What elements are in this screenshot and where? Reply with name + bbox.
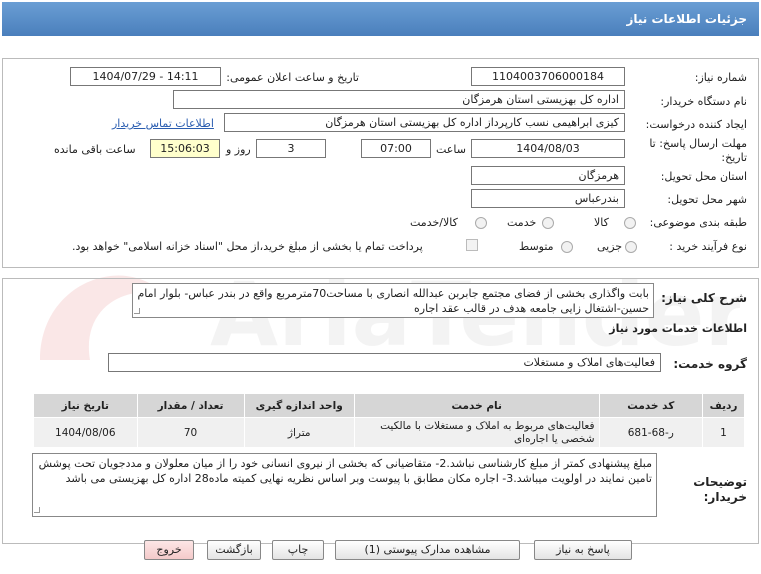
process-label: نوع فرآیند خرید : (669, 240, 747, 253)
city-label: شهر محل تحویل: (667, 193, 747, 206)
cell-need-date: 1404/08/06 (33, 417, 138, 448)
deadline-time-label: ساعت (436, 143, 466, 156)
deadline-label-line2: تاریخ: (721, 151, 747, 164)
remaining-label: ساعت باقی مانده (54, 143, 136, 156)
cell-row-number: 1 (702, 417, 745, 448)
services-title: اطلاعات خدمات مورد نیاز (609, 322, 747, 335)
process-note: پرداخت تمام یا بخشی از مبلغ خرید،از محل … (72, 240, 423, 253)
table-row: 1 ر-68-681 فعالیت‌های مربوط به املاک و م… (33, 417, 745, 448)
col-header-quantity: تعداد / مقدار (136, 393, 245, 418)
summary-textarea[interactable]: بابت واگذاری بخشی از فضای مجتمع جابربن ع… (132, 283, 654, 318)
summary-resize-handle[interactable] (134, 308, 140, 314)
process-option-minor-label: جزیی (597, 240, 623, 253)
col-header-unit: واحد اندازه گیری (243, 393, 355, 418)
back-button[interactable]: بازگشت (207, 540, 261, 560)
process-option-medium-label: متوسط (519, 240, 554, 253)
service-group-label: گروه خدمت: (673, 357, 747, 371)
service-group-field[interactable]: فعالیت‌های املاک و مستغلات (108, 353, 661, 372)
table-header-row: ردیف کد خدمت نام خدمت واحد اندازه گیری ت… (33, 393, 745, 418)
col-header-service-name: نام خدمت (353, 393, 600, 418)
remaining-time-field: 15:06:03 (150, 139, 220, 158)
buyer-notes-resize-handle[interactable] (34, 507, 40, 513)
summary-label: شرح کلی نیاز: (661, 291, 747, 305)
cell-unit: متراژ (243, 417, 355, 448)
buyer-notes-label-line2: خریدار: (703, 490, 747, 504)
deadline-time-field[interactable]: 07:00 (361, 139, 431, 158)
buyer-field[interactable]: اداره کل بهزیستی استان هرمزگان (173, 90, 625, 109)
buyer-notes-textarea[interactable]: مبلغ پیشنهادی کمتر از مبلغ کارشناسی نباش… (32, 453, 657, 517)
col-header-need-date: تاریخ نیاز (33, 393, 138, 418)
category-option-goods-label: کالا (594, 216, 609, 229)
buyer-label: نام دستگاه خریدار: (660, 95, 747, 108)
announce-field[interactable]: 1404/07/29 - 14:11 (70, 67, 221, 86)
reply-button[interactable]: پاسخ به نیاز (534, 540, 632, 560)
services-table: ردیف کد خدمت نام خدمت واحد اندازه گیری ت… (33, 393, 745, 448)
process-option-minor-radio[interactable] (625, 241, 637, 253)
exit-button[interactable]: خروج (144, 540, 194, 560)
col-header-service-code: کد خدمت (598, 393, 704, 418)
view-attachments-button[interactable]: مشاهده مدارک پیوستی (1) (335, 540, 520, 560)
cell-quantity: 70 (136, 417, 245, 448)
city-field[interactable]: بندرعباس (471, 189, 625, 208)
page-title: جزئیات اطلاعات نیاز (626, 12, 747, 26)
cell-service-code: ر-68-681 (598, 417, 704, 448)
category-option-both-radio[interactable] (475, 217, 487, 229)
buyer-notes-label-line1: توضیحات (693, 475, 747, 489)
category-label: طبقه بندی موضوعی: (649, 216, 747, 229)
deadline-label: مهلت ارسال پاسخ: تا تاریخ: (649, 137, 747, 165)
province-field[interactable]: هرمزگان (471, 166, 625, 185)
category-option-service-radio[interactable] (542, 217, 554, 229)
page-header: جزئیات اطلاعات نیاز (2, 2, 759, 36)
need-number-label: شماره نیاز: (694, 71, 747, 84)
days-label: روز و (226, 143, 251, 156)
buyer-contact-link[interactable]: اطلاعات تماس خریدار (112, 117, 214, 130)
print-button[interactable]: چاپ (272, 540, 324, 560)
province-label: استان محل تحویل: (660, 170, 747, 183)
days-field[interactable]: 3 (256, 139, 326, 158)
process-option-medium-radio[interactable] (561, 241, 573, 253)
cell-service-name: فعالیت‌های مربوط به املاک و مستغلات با م… (353, 417, 600, 448)
category-option-service-label: خدمت (507, 216, 537, 229)
deadline-label-line1: مهلت ارسال پاسخ: تا (649, 137, 747, 150)
need-number-field[interactable]: 1104003706000184 (471, 67, 625, 86)
creator-label: ایجاد کننده درخواست: (645, 118, 747, 131)
creator-field[interactable]: کیزی ابراهیمی نسب کارپرداز اداره کل بهزی… (224, 113, 625, 132)
announce-label: تاریخ و ساعت اعلان عمومی: (226, 71, 359, 84)
treasury-payment-checkbox[interactable] (466, 239, 478, 251)
col-header-row-number: ردیف (702, 393, 745, 418)
category-option-goods-radio[interactable] (624, 217, 636, 229)
category-option-both-label: کالا/خدمت (410, 216, 458, 229)
deadline-date-field[interactable]: 1404/08/03 (471, 139, 625, 158)
buyer-notes-label: توضیحات خریدار: (693, 475, 747, 505)
